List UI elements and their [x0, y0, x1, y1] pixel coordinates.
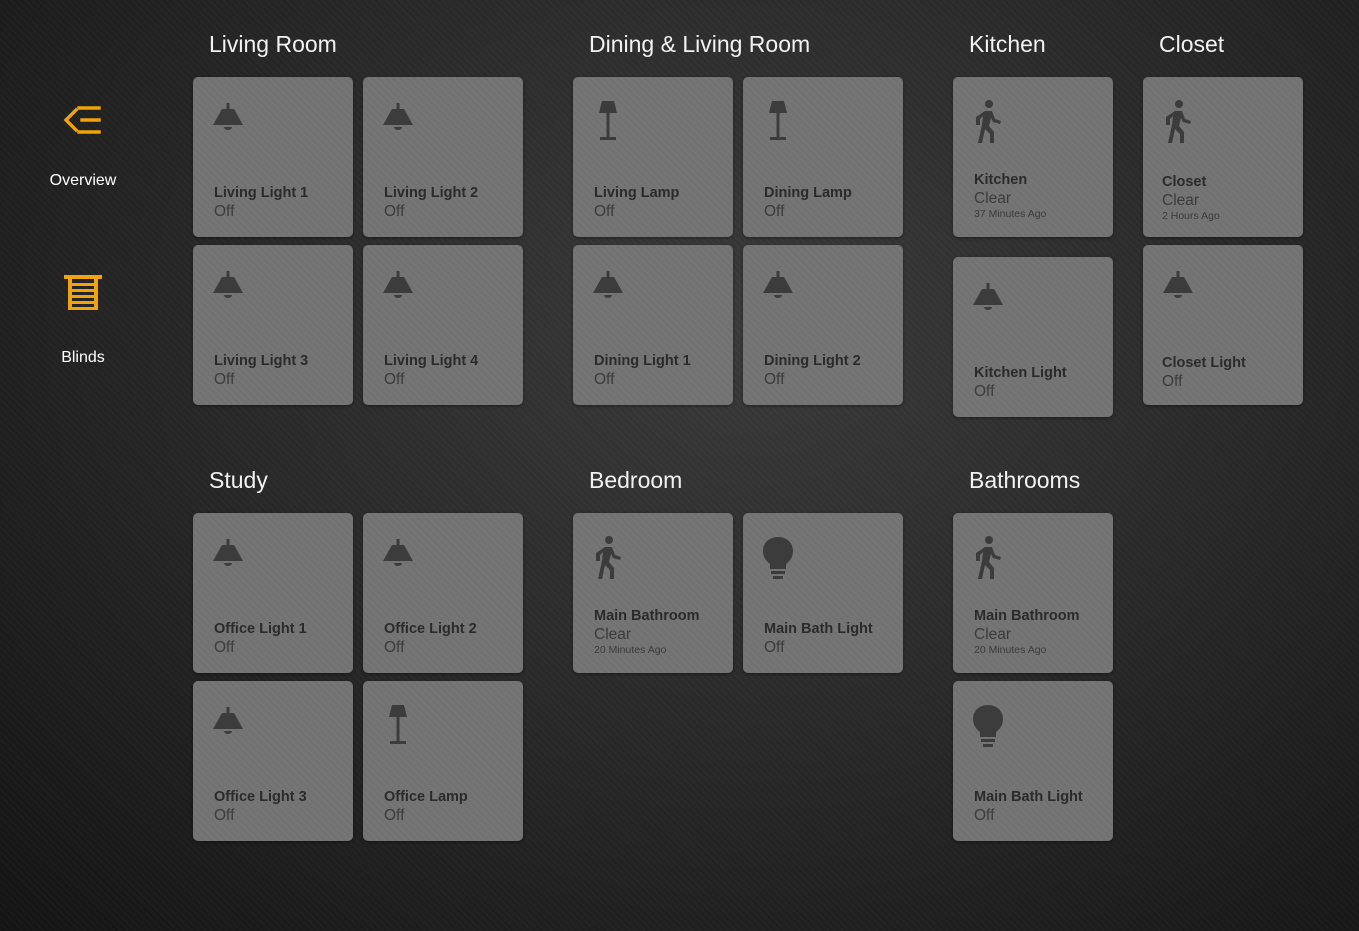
- floor-lamp-icon: [599, 101, 617, 140]
- tile-dining-lamp[interactable]: Dining Lamp Off: [743, 77, 903, 237]
- motion-sensor-icon: [976, 100, 1001, 143]
- tile-dining-light-2[interactable]: Dining Light 2 Off: [743, 245, 903, 405]
- tile-state: Off: [384, 371, 405, 388]
- tile-name: Closet: [1162, 174, 1207, 190]
- tile-state: Off: [594, 203, 615, 220]
- tile-name: Kitchen: [974, 172, 1028, 188]
- tile-living-light-1[interactable]: Living Light 1 Off: [193, 77, 353, 237]
- tile-name: Closet Light: [1162, 355, 1246, 371]
- tile-main-bath-light-2[interactable]: Main Bath Light Off: [953, 681, 1113, 841]
- tile-kitchen-motion[interactable]: Kitchen Clear 37 Minutes Ago: [953, 77, 1113, 237]
- sidebar-item-label: Blinds: [61, 349, 105, 366]
- ceiling-light-icon: [213, 539, 243, 566]
- section-title: Bathrooms: [969, 467, 1081, 493]
- tile-state: Off: [974, 807, 995, 824]
- tile-state: Off: [594, 371, 615, 388]
- tile-name: Living Light 1: [214, 185, 309, 201]
- tile-last-changed: 37 Minutes Ago: [974, 208, 1047, 220]
- lightbulb-icon: [763, 537, 793, 579]
- floor-lamp-icon: [389, 705, 407, 744]
- tile-name: Living Lamp: [594, 185, 680, 201]
- tile-state: Clear: [974, 626, 1012, 643]
- tile-office-light-1[interactable]: Office Light 1 Off: [193, 513, 353, 673]
- section-title: Dining & Living Room: [589, 31, 811, 57]
- tile-name: Living Light 4: [384, 353, 479, 369]
- tile-state: Off: [764, 371, 785, 388]
- tile-name: Dining Light 2: [764, 353, 861, 369]
- tile-state: Clear: [594, 626, 632, 643]
- tile-state: Clear: [1162, 192, 1200, 209]
- tile-office-light-3[interactable]: Office Light 3 Off: [193, 681, 353, 841]
- tile-office-light-2[interactable]: Office Light 2 Off: [363, 513, 523, 673]
- tile-name: Dining Lamp: [764, 185, 852, 201]
- tile-name: Main Bath Light: [974, 789, 1083, 805]
- ceiling-light-icon: [213, 707, 243, 734]
- tile-living-light-2[interactable]: Living Light 2 Off: [363, 77, 523, 237]
- tile-name: Kitchen Light: [974, 365, 1067, 381]
- floor-lamp-icon: [769, 101, 787, 140]
- tile-state: Off: [214, 807, 235, 824]
- tile-last-changed: 2 Hours Ago: [1162, 210, 1220, 222]
- motion-sensor-icon: [976, 536, 1001, 579]
- tile-closet-light[interactable]: Closet Light Off: [1143, 245, 1303, 405]
- ceiling-light-icon: [973, 283, 1003, 310]
- lightbulb-icon: [973, 705, 1003, 747]
- section-title: Study: [209, 467, 268, 493]
- tile-state: Off: [1162, 373, 1183, 390]
- tile-last-changed: 20 Minutes Ago: [974, 644, 1047, 656]
- tile-state: Off: [384, 807, 405, 824]
- ceiling-light-icon: [383, 539, 413, 566]
- tile-name: Main Bathroom: [594, 608, 700, 624]
- tile-dining-light-1[interactable]: Dining Light 1 Off: [573, 245, 733, 405]
- tile-state: Off: [214, 203, 235, 220]
- tile-state: Off: [974, 383, 995, 400]
- tile-main-bathroom-motion[interactable]: Main Bathroom Clear 20 Minutes Ago: [573, 513, 733, 673]
- tile-state: Clear: [974, 190, 1012, 207]
- sidebar-item-blinds[interactable]: Blinds: [20, 271, 146, 367]
- tile-main-bathroom-motion-2[interactable]: Main Bathroom Clear 20 Minutes Ago: [953, 513, 1113, 673]
- tile-state: Off: [384, 203, 405, 220]
- section-title: Living Room: [209, 31, 337, 57]
- tile-name: Dining Light 1: [594, 353, 691, 369]
- tile-name: Living Light 3: [214, 353, 309, 369]
- menu-collapse-icon: [63, 106, 101, 134]
- ceiling-light-icon: [593, 271, 623, 298]
- ceiling-light-icon: [1163, 271, 1193, 298]
- section-title: Kitchen: [969, 31, 1046, 57]
- ceiling-light-icon: [213, 271, 243, 298]
- tile-office-lamp[interactable]: Office Lamp Off: [363, 681, 523, 841]
- ceiling-light-icon: [763, 271, 793, 298]
- tile-kitchen-light[interactable]: Kitchen Light Off: [953, 257, 1113, 417]
- sidebar-item-label: Overview: [49, 172, 117, 189]
- tile-state: Off: [214, 639, 235, 656]
- tile-state: Off: [214, 371, 235, 388]
- tile-closet-motion[interactable]: Closet Clear 2 Hours Ago: [1143, 77, 1303, 237]
- tile-name: Office Light 3: [214, 789, 307, 805]
- tile-state: Off: [764, 203, 785, 220]
- tile-main-bath-light[interactable]: Main Bath Light Off: [743, 513, 903, 673]
- motion-sensor-icon: [596, 536, 621, 579]
- tile-name: Main Bathroom: [974, 608, 1080, 624]
- tile-living-lamp[interactable]: Living Lamp Off: [573, 77, 733, 237]
- tile-name: Office Light 2: [384, 621, 477, 637]
- ceiling-light-icon: [213, 103, 243, 130]
- tile-state: Off: [384, 639, 405, 656]
- tile-living-light-4[interactable]: Living Light 4 Off: [363, 245, 523, 405]
- blinds-icon: [64, 275, 102, 310]
- section-title: Closet: [1159, 31, 1225, 57]
- ceiling-light-icon: [383, 271, 413, 298]
- tile-name: Living Light 2: [384, 185, 479, 201]
- tile-name: Office Lamp: [384, 789, 468, 805]
- tile-name: Office Light 1: [214, 621, 307, 637]
- tile-last-changed: 20 Minutes Ago: [594, 644, 667, 656]
- tile-living-light-3[interactable]: Living Light 3 Off: [193, 245, 353, 405]
- sidebar-item-overview[interactable]: Overview: [20, 98, 146, 190]
- tile-state: Off: [764, 639, 785, 656]
- ceiling-light-icon: [383, 103, 413, 130]
- tile-name: Main Bath Light: [764, 621, 873, 637]
- motion-sensor-icon: [1166, 100, 1191, 143]
- section-title: Bedroom: [589, 467, 683, 493]
